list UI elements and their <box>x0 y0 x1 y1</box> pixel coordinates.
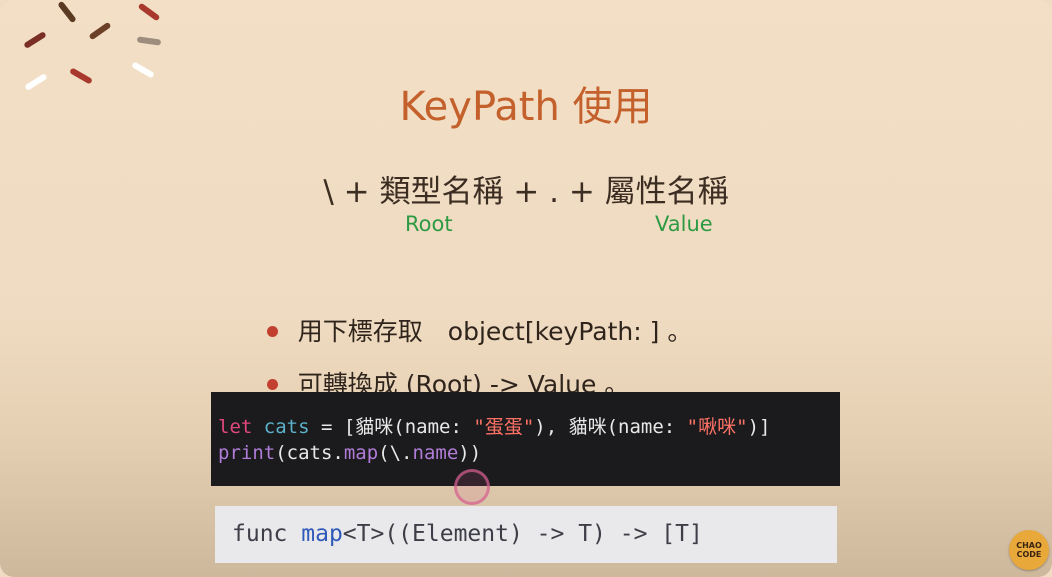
slide: KeyPath 使用 \ + 類型名稱 + . + 屬性名稱 Root Valu… <box>0 0 1052 577</box>
slide-title: KeyPath 使用 <box>399 84 653 130</box>
code-line: print(cats.map(\.name)) <box>218 442 481 464</box>
code-keyword: let <box>218 416 253 438</box>
code-function: map <box>343 442 379 464</box>
code-string: "啾咪" <box>686 416 748 438</box>
sprinkle-decoration <box>23 31 47 49</box>
sprinkle-decoration <box>57 0 77 24</box>
value-annotation: Value <box>655 212 713 236</box>
code-text: ), 貓咪(name: <box>534 416 687 438</box>
signature-function-name: map <box>301 521 343 547</box>
code-variable: cats <box>263 416 310 438</box>
code-string: "蛋蛋" <box>473 416 535 438</box>
code-text: (cats. <box>275 442 344 464</box>
map-signature-box: func map<T>((Element) -> T) -> [T] <box>215 506 837 563</box>
code-function: print <box>218 442 276 464</box>
code-text: = [貓咪(name: <box>309 416 474 438</box>
cursor-highlight-icon <box>454 469 490 505</box>
sprinkle-decoration <box>136 36 162 46</box>
logo-text: CHAO <box>1016 541 1042 550</box>
code-property: name <box>412 442 459 464</box>
root-annotation: Root <box>405 212 453 236</box>
code-text: )) <box>458 442 482 464</box>
keypath-formula: \ + 類型名稱 + . + 屬性名稱 <box>323 174 729 210</box>
logo-text: CODE <box>1016 550 1042 559</box>
code-block: let cats = [貓咪(name: "蛋蛋"), 貓咪(name: "啾咪… <box>211 392 840 486</box>
map-signature: func map<T>((Element) -> T) -> [T] <box>232 521 703 547</box>
signature-rest: <T>((Element) -> T) -> [T] <box>342 521 703 547</box>
bullet-dot-icon <box>266 378 278 390</box>
code-text: )] <box>747 416 771 438</box>
sprinkle-decoration <box>88 21 112 41</box>
channel-logo[interactable]: CHAO CODE <box>1009 530 1049 570</box>
bullet-dot-icon <box>266 325 278 337</box>
signature-prefix: func <box>232 521 302 547</box>
sprinkle-decoration <box>137 2 161 22</box>
code-text: (\. <box>378 442 413 464</box>
code-line: let cats = [貓咪(name: "蛋蛋"), 貓咪(name: "啾咪… <box>218 412 770 439</box>
